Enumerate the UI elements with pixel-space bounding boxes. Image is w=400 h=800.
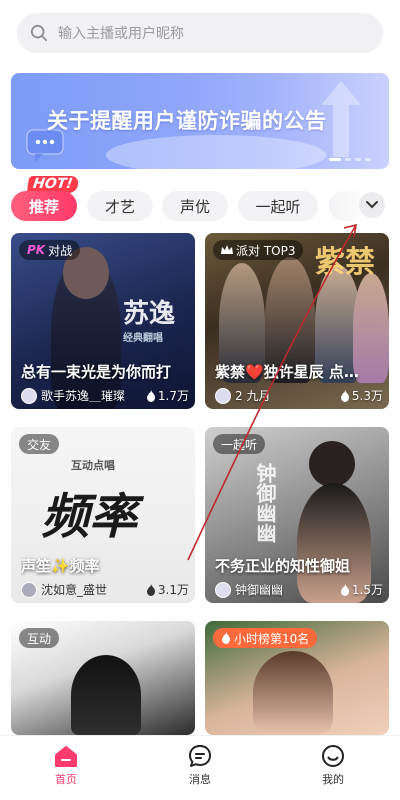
heat-count: 1.5万 — [340, 581, 383, 598]
room-card[interactable]: 小时榜第10名 — [205, 621, 389, 735]
room-card[interactable]: 互动点唱 频率 交友 声笙✨频率 沈如意_盛世 3.1万 — [11, 427, 195, 603]
room-type-badge: 一起听 — [213, 434, 266, 454]
room-card[interactable]: 互动 — [11, 621, 195, 735]
room-meta: 歌手苏逸＿璀璨 1.7万 — [21, 387, 189, 404]
room-type-badge: PK 对战 — [19, 240, 81, 260]
message-icon — [189, 745, 211, 767]
nav-messages[interactable]: 消息 — [170, 743, 230, 787]
room-title: 声笙✨频率 — [21, 557, 100, 575]
room-meta: 沈如意_盛世 3.1万 — [21, 581, 189, 598]
card-art-text: 频率 — [41, 489, 138, 545]
nav-home-label: 首页 — [55, 773, 77, 786]
room-type-badge: 派对 TOP3 — [213, 240, 304, 260]
flame-icon — [146, 583, 155, 596]
avatar — [21, 387, 37, 404]
room-title: 总有一束光是为你而打 — [21, 363, 172, 381]
banner-decoration — [106, 135, 326, 169]
nav-me[interactable]: 我的 — [303, 743, 363, 787]
chevron-down-icon — [366, 201, 378, 209]
card-art-text: 钟御幽幽 — [253, 463, 277, 543]
room-title: 不务正业的知性御姐 — [215, 557, 351, 575]
room-card[interactable]: 紫禁 派对 TOP3 紫禁❤️独许星辰 点… 2 九月 5.3万 — [205, 233, 389, 409]
card-art-subtext: 经典翻唱 — [123, 333, 163, 344]
card-art-text: 苏逸 — [123, 299, 176, 329]
banner-pagination — [329, 158, 371, 161]
search-icon — [30, 24, 48, 42]
hourly-rank-badge: 小时榜第10名 — [213, 628, 318, 648]
host-name: 沈如意_盛世 — [41, 583, 108, 597]
banner-title: 关于提醒用户谨防诈骗的公告 — [47, 109, 327, 133]
announcement-banner[interactable]: 关于提醒用户谨防诈骗的公告 — [11, 73, 389, 169]
tab-voice-actor[interactable]: 声优 — [162, 191, 228, 221]
smiley-profile-icon — [322, 745, 344, 767]
room-meta: 2 九月 5.3万 — [215, 387, 383, 404]
heat-count: 1.7万 — [146, 387, 189, 404]
card-art-text: 紫禁 — [315, 245, 375, 280]
flame-icon — [222, 632, 230, 644]
tab-listen-together[interactable]: 一起听 — [238, 191, 318, 221]
bottom-navigation: 首页 消息 我的 — [0, 735, 400, 800]
nav-home[interactable]: 首页 — [36, 743, 96, 787]
tab-recommend[interactable]: 推荐 — [11, 191, 77, 221]
search-placeholder: 输入主播或用户昵称 — [58, 26, 184, 42]
heat-count: 5.3万 — [340, 387, 383, 404]
host-name: 歌手苏逸＿璀璨 — [41, 389, 126, 403]
room-title: 紫禁❤️独许星辰 点… — [215, 363, 359, 381]
room-card[interactable]: 钟御幽幽 一起听 不务正业的知性御姐 钟御幽幽 1.5万 — [205, 427, 389, 603]
flame-icon — [340, 389, 349, 402]
card-art-subtext: 互动点唱 — [71, 459, 115, 472]
crown-icon — [221, 245, 233, 254]
flame-icon — [146, 389, 155, 402]
host-name: 钟御幽幽 — [235, 583, 284, 597]
tab-talent[interactable]: 才艺 — [87, 191, 153, 221]
more-categories-button[interactable] — [359, 192, 385, 218]
flame-icon — [340, 583, 349, 596]
host-name: 2 九月 — [235, 389, 271, 403]
pk-icon: PK — [27, 243, 46, 257]
avatar — [21, 581, 37, 598]
avatar — [215, 581, 231, 598]
home-icon — [55, 746, 77, 767]
search-input[interactable]: 输入主播或用户昵称 — [17, 13, 383, 53]
room-type-badge: 互动 — [19, 628, 60, 648]
avatar — [215, 387, 231, 404]
category-tabs: HOT! 推荐 才艺 声优 一起听 — [11, 176, 400, 226]
heat-count: 3.1万 — [146, 581, 189, 598]
nav-me-label: 我的 — [322, 773, 344, 786]
nav-messages-label: 消息 — [189, 773, 211, 786]
room-meta: 钟御幽幽 1.5万 — [215, 581, 383, 598]
room-type-badge: 交友 — [19, 434, 60, 454]
room-card[interactable]: 苏逸 经典翻唱 PK 对战 总有一束光是为你而打 歌手苏逸＿璀璨 1.7万 — [11, 233, 195, 409]
